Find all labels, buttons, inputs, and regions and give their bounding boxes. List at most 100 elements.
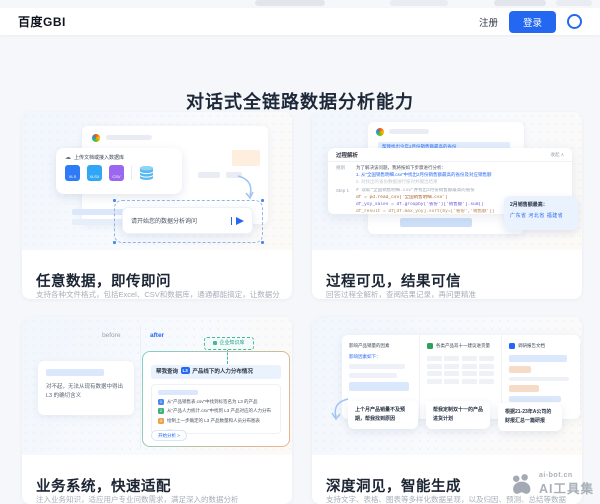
- send-icon: [236, 217, 244, 225]
- highlight-chip: [509, 385, 539, 392]
- skeleton-bar: [509, 396, 561, 402]
- plan-row: 规划 为了解决该问题，我将按如下步骤进行分析： 1. 从“全国销售明细.csv”…: [328, 162, 572, 185]
- handle: [113, 241, 116, 244]
- query-input: 请开始您的数据分析询问: [122, 207, 253, 234]
- peek-shape: [390, 0, 448, 6]
- panel-title: 调研报告文档: [518, 343, 545, 349]
- step-item: 1 从“产品销售表.csv”中找到标签名为 L3 的产品: [158, 399, 274, 405]
- handle: [113, 199, 116, 202]
- user-ring-icon[interactable]: [567, 14, 582, 29]
- upload-label: 上传文档或接入数据库: [74, 154, 124, 161]
- watermark-text: ai-bot.cn AI工具集: [539, 472, 594, 497]
- skeleton-bar: [106, 135, 152, 140]
- skeleton-bar: [198, 172, 220, 178]
- plan-line: 2. 对找出的省份数据进行核对并输出结果: [356, 179, 564, 186]
- card2-illustration: 帮我找出今年2月份销售额最高的省份 过程解析 收起 ∧ 规划 为了解决该问题，我…: [312, 112, 582, 250]
- top-bar: 百度GBI 注册 登录: [0, 8, 600, 35]
- xls-file-icon: XLS: [65, 165, 80, 181]
- handle: [261, 199, 264, 202]
- skeleton-bar: [46, 369, 104, 376]
- page-title: 对话式全链路数据分析能力: [0, 88, 600, 114]
- tag-dot-icon: [213, 341, 217, 345]
- panel-header: 调研报告文档: [509, 343, 573, 349]
- feature-grid: ☁ 上传文档或接入数据库 XLS XLSX CSV: [22, 112, 582, 504]
- card4-illustration: 影响产品销量的因素 影响因素如下： 各类产品双十一建议进货量: [312, 317, 582, 455]
- prompt-bubble: 根据21-23年A公司的财报汇总一篇研报: [498, 403, 562, 431]
- xlsx-file-icon: XLSX: [87, 165, 102, 181]
- card-business-adapt: before after 对不起，无法从现有数据中得出 L3 的确切含义 企业知…: [22, 317, 292, 504]
- skeleton-bar: [349, 373, 397, 378]
- before-text: 对不起，无法从现有数据中得出 L3 的确切含义: [46, 383, 126, 402]
- before-card: 对不起，无法从现有数据中得出 L3 的确切含义: [38, 361, 134, 415]
- process-panel-header: 过程解析 收起 ∧: [328, 148, 572, 162]
- card-any-data: ☁ 上传文档或接入数据库 XLS XLSX CSV: [22, 112, 292, 299]
- skeleton-bar: [158, 390, 198, 395]
- step-item: 3 绘制上一步确定的 L3 产品数量和人员分布图表: [158, 418, 274, 424]
- logo-dot-icon: [92, 134, 100, 142]
- brand-logo[interactable]: 百度GBI: [18, 13, 66, 30]
- skeleton-bar: [509, 377, 569, 381]
- steps-card: 1 从“产品销售表.csv”中找到标签名为 L3 的产品 2 从“产品人力统计.…: [151, 384, 281, 434]
- plan-line: 1. 从“全国销售明细.csv”中找出2月份销售额最高的省份及对应销售额: [356, 172, 564, 179]
- page: { "header": { "brand": "百度GBI", "registe…: [0, 0, 600, 500]
- prompt-bubble: 帮我定制双十一的产品进货计划: [426, 401, 490, 429]
- skeleton-bar: [389, 129, 429, 134]
- step-number: 1: [158, 399, 164, 405]
- step-text: 从“产品人力统计.csv”中找到 L3 产品对应的人力分布: [167, 408, 271, 414]
- step-number: 2: [158, 408, 164, 414]
- divider: [140, 325, 141, 449]
- step-label: Step 1: [336, 188, 356, 215]
- query-placeholder: 请开始您的数据分析询问: [131, 216, 227, 225]
- skeleton-bar: [400, 218, 472, 227]
- register-link[interactable]: 注册: [479, 15, 498, 29]
- watermark-name: AI工具集: [539, 478, 594, 497]
- panel-title: 影响产品销量的因素: [349, 343, 412, 349]
- skeleton-bar: [509, 355, 567, 362]
- database-icon: [139, 165, 154, 181]
- document-icon: [509, 343, 515, 349]
- text-caret: [231, 217, 232, 225]
- logo-dot-icon: [376, 128, 384, 136]
- card-process-visible: 帮我找出今年2月份销售额最高的省份 过程解析 收起 ∧ 规划 为了解决该问题，我…: [312, 112, 582, 299]
- skeleton-bar: [349, 364, 405, 369]
- skeleton-bar: [349, 382, 409, 391]
- after-card-border: 帮我查询 L3 产品线下的人力分布情况 1 从“产品销售表.csv”中找到标签名…: [142, 351, 290, 447]
- csv-file-icon: CSV: [109, 165, 124, 181]
- step-text: 从“产品销售表.csv”中找到标签名为 L3 的产品: [167, 399, 258, 405]
- card-desc: 回答过程全解析，查阅结果记录，再问更精准: [326, 289, 572, 300]
- card1-illustration: ☁ 上传文档或接入数据库 XLS XLSX CSV: [22, 112, 292, 250]
- highlight-chip: [509, 366, 531, 373]
- card-desc: 注入业务知识，适应用户专业问数需求，满足深入的数据分析: [36, 494, 282, 504]
- skeleton-block: [232, 150, 260, 166]
- kb-tag-label: 企业知识库: [219, 340, 244, 346]
- file-type-row: XLS XLSX CSV: [65, 165, 154, 181]
- analyze-pill: 开始分析 >: [151, 430, 187, 441]
- before-label: before: [102, 332, 120, 339]
- prompt-bubble: 上个月产品销量不及预期，帮我找到原因: [348, 401, 418, 429]
- watermark: ai-bot.cn AI工具集: [509, 472, 594, 497]
- panel-subtitle: 影响因素如下：: [349, 354, 412, 360]
- login-button[interactable]: 登录: [509, 11, 556, 33]
- watermark-logo-icon: [509, 474, 535, 495]
- result-values: 广东省 河北省 福建省: [510, 212, 572, 219]
- knowledge-base-tag: 企业知识库: [204, 337, 254, 350]
- step-text: 绘制上一步确定的 L3 产品数量和人员分布图表: [167, 418, 260, 424]
- code-line: # 读取“全国销售明细.csv”并找出2月份销售额最高的省份: [356, 188, 564, 195]
- topbar-actions: 注册 登录: [479, 11, 582, 33]
- step-item: 2 从“产品人力统计.csv”中找到 L3 产品对应的人力分布: [158, 408, 274, 414]
- collapse-toggle[interactable]: 收起 ∧: [550, 152, 564, 158]
- result-title: 2月销售额最高：: [510, 201, 572, 208]
- panel-header: 各类产品双十一建议进货量: [427, 343, 494, 349]
- step-number: 3: [158, 418, 164, 424]
- process-panel-title: 过程解析: [336, 151, 358, 159]
- question-prefix: 帮我查询: [156, 369, 178, 375]
- divider: [131, 166, 132, 180]
- panel-title: 各类产品双十一建议进货量: [436, 343, 490, 349]
- peek-shape: [255, 0, 325, 6]
- spreadsheet-icon: [427, 343, 433, 349]
- card-desc: 支持各种文件格式，包括Excel、CSV和数据库，通通都能搞定，让数据分析变得简…: [36, 289, 282, 300]
- l3-chip: L3: [181, 367, 190, 374]
- handle: [261, 241, 264, 244]
- table-skeleton: [427, 356, 494, 384]
- result-card: 2月销售额最高： 广东省 河北省 福建省: [504, 196, 578, 230]
